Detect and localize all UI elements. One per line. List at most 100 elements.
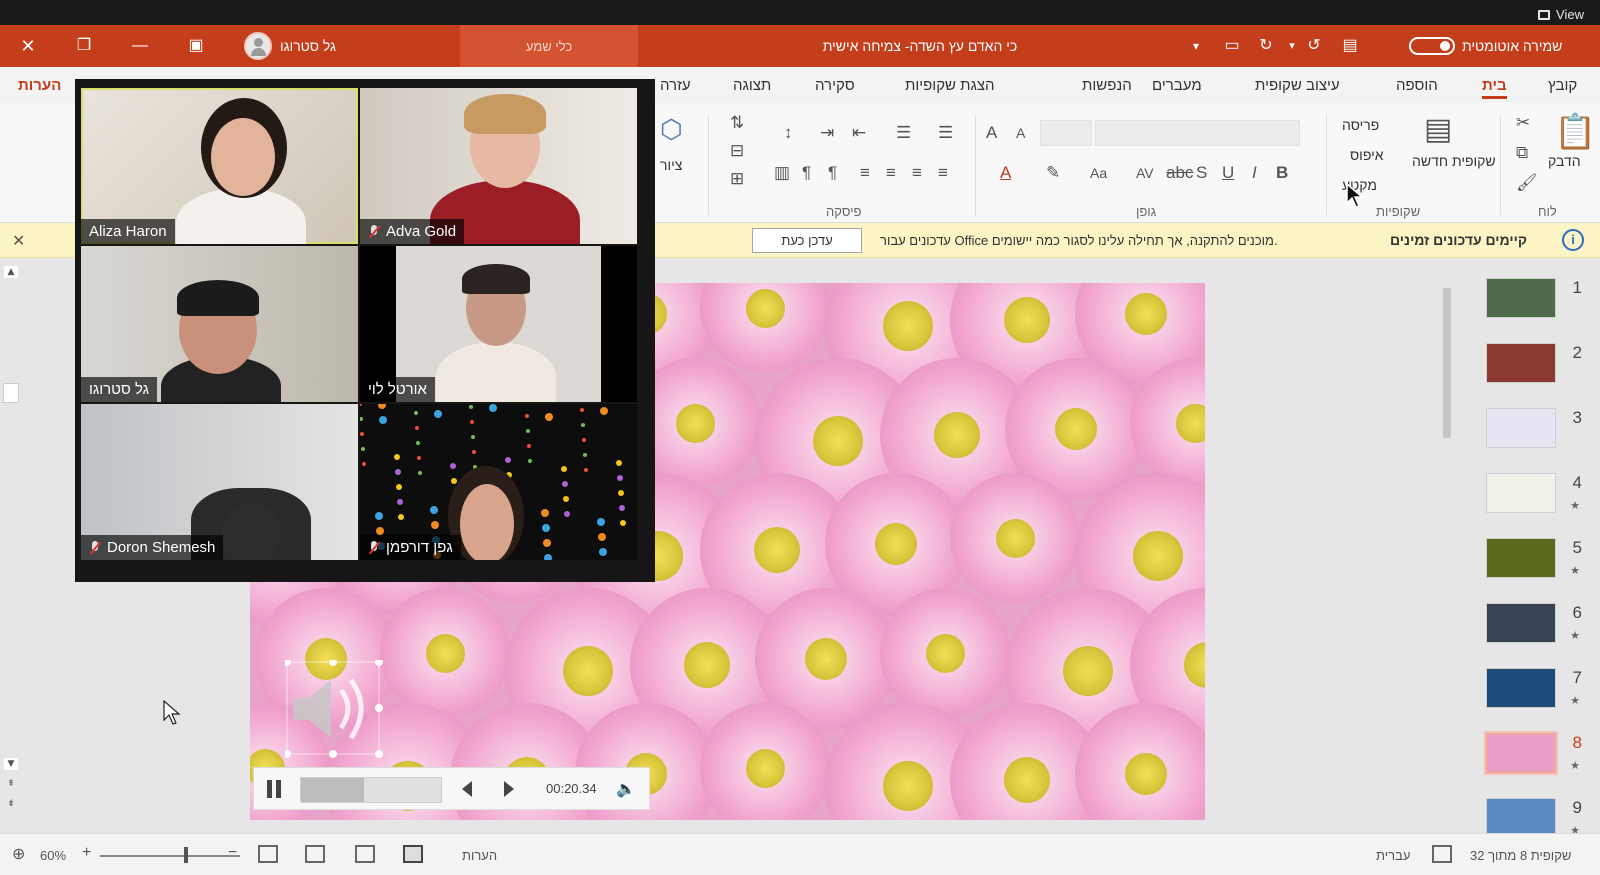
user-name[interactable]: גל סטרוגו [280, 25, 336, 67]
zoom-slider-thumb[interactable] [184, 847, 188, 863]
tab-notes[interactable]: הערות [18, 67, 61, 103]
next-slide-icon[interactable]: ⇟ [4, 798, 18, 810]
align-right-icon[interactable]: ≡ [938, 163, 948, 183]
fit-slide-icon[interactable]: ⊕ [12, 844, 25, 864]
font-color-icon[interactable]: A [1000, 163, 1011, 183]
paste-label[interactable]: הדבק [1548, 153, 1581, 169]
font-grow-icon[interactable]: A [986, 123, 997, 143]
bullets-icon[interactable]: ☰ [938, 123, 953, 143]
skip-forward-icon[interactable] [504, 781, 514, 797]
layout-button[interactable]: פריסה [1342, 117, 1379, 133]
undo-dropdown-icon[interactable]: ▾ [1282, 36, 1302, 56]
highlight-icon[interactable]: ✎ [1046, 163, 1060, 183]
restore-icon[interactable]: ❐ [74, 36, 94, 56]
pause-icon[interactable] [266, 780, 282, 798]
slide-thumbnail[interactable]: 8 ★ [1440, 731, 1600, 793]
video-tile[interactable]: Adva Gold [360, 88, 637, 244]
video-tile[interactable]: גל סטרוגו [81, 246, 358, 402]
align-left-icon[interactable]: ≡ [886, 163, 896, 183]
tab-view[interactable]: תצוגה [733, 67, 771, 103]
reading-view-icon[interactable] [305, 845, 325, 863]
reset-button[interactable]: איפוס [1350, 147, 1384, 163]
thumbnail-image[interactable] [1486, 603, 1556, 643]
slide-thumbnail[interactable]: 5 ★ [1440, 538, 1600, 598]
undo-icon[interactable]: ↺ [1304, 36, 1324, 56]
minimize-icon[interactable]: — [130, 36, 150, 56]
left-scrollbar[interactable]: ▲ ▼ ⇞ ⇟ [0, 258, 22, 833]
numbering-icon[interactable]: ☰ [896, 123, 911, 143]
accessibility-icon[interactable] [1432, 845, 1452, 863]
smartart-icon[interactable]: ⊞ [730, 169, 744, 189]
thumbnail-image[interactable] [1486, 538, 1556, 578]
present-icon[interactable]: ▭ [1222, 36, 1242, 56]
user-avatar[interactable] [244, 32, 272, 60]
zoom-out-icon[interactable]: − [228, 844, 237, 862]
audio-speaker-icon[interactable] [285, 660, 385, 760]
thumbnail-image[interactable] [1484, 731, 1558, 775]
shadow-icon[interactable]: S [1196, 163, 1207, 183]
tab-file[interactable]: קובץ [1548, 67, 1577, 103]
language-indicator[interactable]: עברית [1376, 848, 1410, 863]
cut-icon[interactable]: ✂ [1516, 113, 1530, 133]
change-case-icon[interactable]: Aa [1090, 163, 1107, 183]
slide-thumbnail[interactable]: 1 [1440, 278, 1600, 338]
slideshow-view-icon[interactable] [258, 845, 278, 863]
volume-icon[interactable]: 🔈 [616, 779, 636, 799]
align-text-icon[interactable]: ⊟ [730, 141, 744, 161]
normal-view-icon[interactable] [403, 845, 423, 863]
slide-sorter-icon[interactable] [355, 845, 375, 863]
skip-back-icon[interactable] [462, 781, 472, 797]
update-now-button[interactable]: עדכן כעת [752, 228, 862, 253]
thumbnail-image[interactable] [1486, 278, 1556, 318]
justify-icon[interactable]: ≡ [860, 163, 870, 183]
search-box[interactable]: כלי שמע [460, 25, 638, 67]
video-tile[interactable]: גפן דורפמן [360, 404, 637, 560]
scroll-up-icon[interactable]: ▲ [4, 266, 18, 278]
line-spacing-icon[interactable]: ↕ [784, 123, 793, 143]
tab-insert[interactable]: הוספה [1396, 67, 1438, 103]
redo-icon[interactable]: ↻ [1256, 36, 1276, 56]
autosave-toggle[interactable] [1409, 37, 1455, 55]
thumbnail-image[interactable] [1486, 408, 1556, 448]
zoom-level[interactable]: 60% [40, 848, 66, 863]
notes-button[interactable]: הערות [462, 848, 497, 863]
thumbnail-image[interactable] [1486, 668, 1556, 708]
zoom-in-icon[interactable]: + [82, 844, 91, 862]
slide-thumbnail[interactable]: 3 [1440, 408, 1600, 468]
thumbnail-scrollbar[interactable] [1440, 268, 1454, 838]
italic-icon[interactable]: I [1252, 163, 1257, 183]
slide-thumbnail[interactable]: 4 ★ [1440, 473, 1600, 533]
media-progress-bar[interactable] [300, 777, 442, 803]
copy-icon[interactable]: ⧉ [1516, 143, 1528, 163]
close-icon[interactable]: ✕ [12, 231, 25, 251]
prev-slide-icon[interactable]: ⇞ [4, 778, 18, 790]
video-tile[interactable]: Doron Shemesh [81, 404, 358, 560]
char-spacing-icon[interactable]: AV [1136, 163, 1154, 183]
increase-indent-icon[interactable]: ⇥ [820, 123, 834, 143]
font-size-box[interactable] [1040, 120, 1092, 146]
slide-thumbnail[interactable]: 7 ★ [1440, 668, 1600, 728]
tab-help[interactable]: עזרה [660, 67, 691, 103]
view-button[interactable]: View [1538, 7, 1584, 22]
slide-thumbnail[interactable]: 2 [1440, 343, 1600, 403]
tab-slideshow[interactable]: הצגת שקופיות [905, 67, 995, 103]
save-icon[interactable]: ▤ [1340, 36, 1360, 56]
ribbon-display-icon[interactable]: ▣ [186, 36, 206, 56]
zoom-slider[interactable] [100, 855, 240, 857]
underline-icon[interactable]: U [1222, 163, 1234, 183]
customize-qat-icon[interactable]: ▾ [1186, 36, 1206, 56]
new-slide-icon[interactable]: ▤ [1424, 113, 1452, 147]
scroll-down-icon[interactable]: ▼ [4, 758, 18, 770]
paste-icon[interactable]: 📋 [1554, 113, 1596, 151]
bold-icon[interactable]: B [1276, 163, 1288, 183]
align-center-icon[interactable]: ≡ [912, 163, 922, 183]
thumbnail-image[interactable] [1486, 473, 1556, 513]
font-shrink-icon[interactable]: A [1016, 123, 1025, 143]
thumbnail-image[interactable] [1486, 343, 1556, 383]
tab-design[interactable]: עיצוב שקופית [1255, 67, 1340, 103]
tab-transitions[interactable]: מעברים [1152, 67, 1202, 103]
new-slide-label[interactable]: שקופית חדשה [1412, 153, 1496, 169]
video-tile[interactable]: אורטל לוי [360, 246, 637, 402]
decrease-indent-icon[interactable]: ⇤ [852, 123, 866, 143]
video-tile[interactable]: Aliza Haron [81, 88, 358, 244]
